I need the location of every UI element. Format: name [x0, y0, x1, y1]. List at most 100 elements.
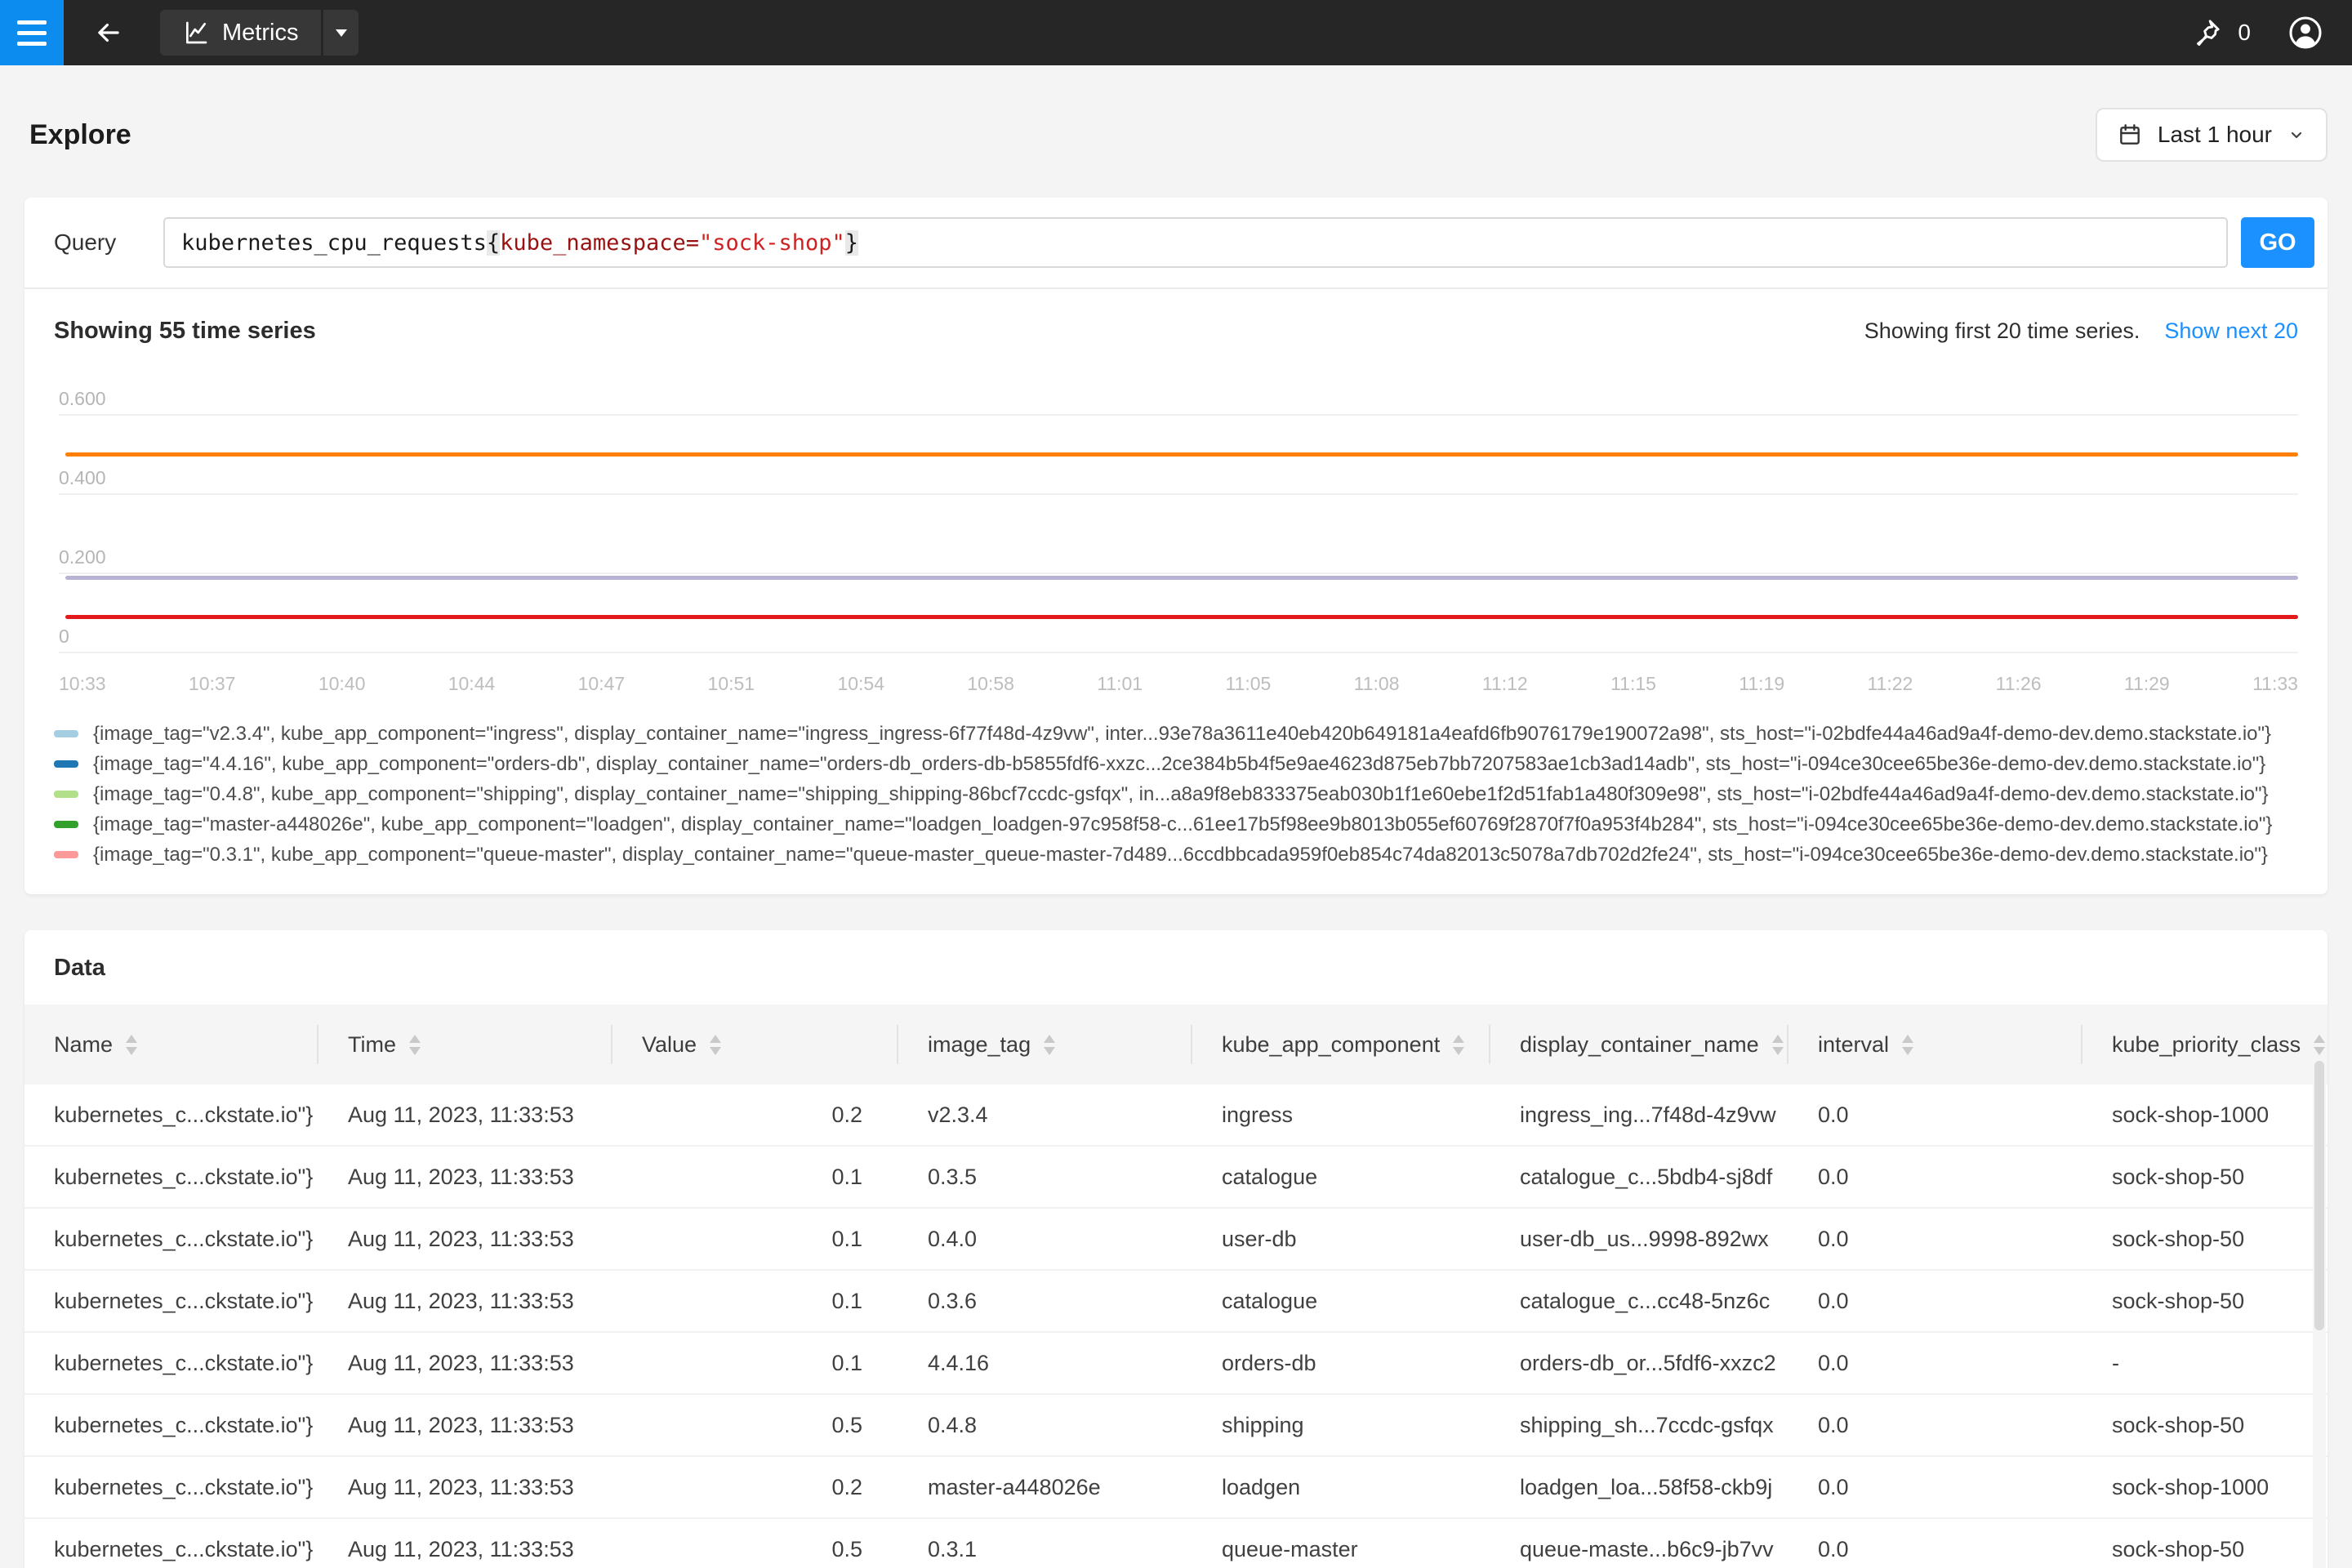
- y-axis-tick-label: 0.600: [59, 388, 106, 410]
- table-cell: 0.1: [612, 1289, 898, 1314]
- scrollbar-thumb[interactable]: [2314, 1061, 2324, 1330]
- column-header-time[interactable]: Time: [318, 1004, 612, 1085]
- sort-icon: [409, 1035, 421, 1055]
- legend-swatch: [54, 730, 78, 737]
- table-cell: 0.0: [1788, 1413, 2082, 1438]
- time-range-label: Last 1 hour: [2158, 122, 2272, 148]
- table-cell: kubernetes_c...ckstate.io"}: [24, 1537, 318, 1562]
- back-button[interactable]: [88, 12, 129, 53]
- table-cell: sock-shop-50: [2082, 1227, 2328, 1252]
- table-row[interactable]: kubernetes_c...ckstate.io"}Aug 11, 2023,…: [24, 1457, 2328, 1519]
- table-cell: catalogue_c...cc48-5nz6c: [1490, 1289, 1788, 1314]
- pin-button[interactable]: [2190, 16, 2223, 49]
- column-header-image-tag[interactable]: image_tag: [898, 1004, 1192, 1085]
- page-title: Explore: [29, 118, 131, 151]
- table-header-row: Name Time Value image_tag kube_app_component…: [24, 1004, 2328, 1085]
- hamburger-icon: [17, 20, 47, 24]
- table-cell: 0.3.6: [898, 1289, 1192, 1314]
- column-header-interval[interactable]: interval: [1788, 1004, 2082, 1085]
- view-switcher-dropdown-button[interactable]: [321, 10, 359, 56]
- x-axis-tick-label: 11:01: [1097, 673, 1143, 695]
- time-series-chart: 0.6000.4000.200010:3310:3710:4010:4410:4…: [54, 374, 2298, 696]
- view-switcher: Metrics: [160, 10, 359, 56]
- column-header-kube-app-component[interactable]: kube_app_component: [1192, 1004, 1490, 1085]
- table-cell: 0.0: [1788, 1289, 2082, 1314]
- sort-up-icon: [1902, 1035, 1913, 1043]
- legend-item: {image_tag="master-a448026e", kube_app_c…: [54, 809, 2298, 840]
- x-axis-tick-label: 11:33: [2252, 673, 2298, 695]
- query-metric-token: kubernetes_cpu_requests: [181, 230, 487, 256]
- sort-icon: [710, 1035, 721, 1055]
- legend-item: {image_tag="4.4.16", kube_app_component=…: [54, 749, 2298, 779]
- sort-down-icon: [710, 1047, 721, 1055]
- x-axis-tick-label: 10:40: [318, 673, 366, 695]
- sort-up-icon: [126, 1035, 137, 1043]
- calendar-icon: [2117, 122, 2143, 148]
- table-cell: Aug 11, 2023, 11:33:53: [318, 1165, 612, 1190]
- table-row[interactable]: kubernetes_c...ckstate.io"}Aug 11, 2023,…: [24, 1209, 2328, 1271]
- query-input[interactable]: kubernetes_cpu_requests{kube_namespace="…: [163, 217, 2228, 268]
- legend-label: {image_tag="v2.3.4", kube_app_component=…: [93, 723, 2271, 746]
- x-axis-tick-label: 11:15: [1610, 673, 1656, 695]
- table-cell: orders-db: [1192, 1351, 1490, 1376]
- column-header-display-container-name[interactable]: display_container_name: [1490, 1004, 1788, 1085]
- sort-down-icon: [1902, 1047, 1913, 1055]
- show-next-20-link[interactable]: Show next 20: [2164, 318, 2298, 344]
- chart-legend: {image_tag="v2.3.4", kube_app_component=…: [54, 719, 2298, 870]
- table-cell: catalogue: [1192, 1289, 1490, 1314]
- column-header-value[interactable]: Value: [612, 1004, 898, 1085]
- pin-icon: [2190, 16, 2223, 49]
- table-cell: shipping_sh...7ccdc-gsfqx: [1490, 1413, 1788, 1438]
- sort-down-icon: [409, 1047, 421, 1055]
- vertical-scrollbar[interactable]: [2313, 1059, 2326, 1568]
- table-row[interactable]: kubernetes_c...ckstate.io"}Aug 11, 2023,…: [24, 1085, 2328, 1147]
- sort-up-icon: [1044, 1035, 1055, 1043]
- column-header-label: Time: [348, 1032, 396, 1058]
- hamburger-menu-button[interactable]: [0, 0, 64, 65]
- column-header-label: interval: [1818, 1032, 1889, 1058]
- table-cell: sock-shop-50: [2082, 1289, 2328, 1314]
- arrow-left-icon: [93, 17, 124, 48]
- table-cell: Aug 11, 2023, 11:33:53: [318, 1289, 612, 1314]
- legend-label: {image_tag="0.4.8", kube_app_component="…: [93, 783, 2269, 806]
- table-row[interactable]: kubernetes_c...ckstate.io"}Aug 11, 2023,…: [24, 1395, 2328, 1457]
- sort-up-icon: [710, 1035, 721, 1043]
- sort-icon: [1772, 1035, 1784, 1055]
- sort-down-icon: [2314, 1047, 2325, 1055]
- user-menu-button[interactable]: [2287, 14, 2324, 51]
- table-cell: loadgen_loa...58f58-ckb9j: [1490, 1475, 1788, 1500]
- sort-icon: [1044, 1035, 1055, 1055]
- table-cell: loadgen: [1192, 1475, 1490, 1500]
- table-cell: sock-shop-1000: [2082, 1475, 2328, 1500]
- table-cell: kubernetes_c...ckstate.io"}: [24, 1102, 318, 1128]
- table-row[interactable]: kubernetes_c...ckstate.io"}Aug 11, 2023,…: [24, 1333, 2328, 1395]
- legend-swatch: [54, 791, 78, 798]
- column-header-kube-priority-class[interactable]: kube_priority_class: [2082, 1004, 2328, 1085]
- chart-series-line: [65, 452, 2298, 457]
- page-head: Explore Last 1 hour: [0, 65, 2352, 198]
- table-cell: 0.1: [612, 1165, 898, 1190]
- query-open-brace-token: {: [487, 230, 500, 256]
- time-range-picker[interactable]: Last 1 hour: [2096, 108, 2328, 162]
- topbar: Metrics 0: [0, 0, 2352, 65]
- legend-item: {image_tag="0.4.8", kube_app_component="…: [54, 779, 2298, 809]
- table-cell: queue-maste...b6c9-jb7vv: [1490, 1537, 1788, 1562]
- chart-series-line: [65, 576, 2298, 580]
- paging-text: Showing first 20 time series.: [1864, 318, 2140, 344]
- table-cell: queue-master: [1192, 1537, 1490, 1562]
- metrics-view-button[interactable]: Metrics: [160, 10, 321, 56]
- go-button[interactable]: GO: [2241, 217, 2314, 268]
- table-cell: sock-shop-50: [2082, 1413, 2328, 1438]
- column-header-name[interactable]: Name: [24, 1004, 318, 1085]
- x-axis-tick-label: 11:12: [1482, 673, 1528, 695]
- table-cell: kubernetes_c...ckstate.io"}: [24, 1165, 318, 1190]
- x-axis-tick-label: 10:47: [578, 673, 626, 695]
- legend-swatch: [54, 760, 78, 768]
- table-row[interactable]: kubernetes_c...ckstate.io"}Aug 11, 2023,…: [24, 1519, 2328, 1568]
- legend-label: {image_tag="0.3.1", kube_app_component="…: [93, 844, 2268, 866]
- table-row[interactable]: kubernetes_c...ckstate.io"}Aug 11, 2023,…: [24, 1271, 2328, 1333]
- column-header-label: image_tag: [928, 1032, 1031, 1058]
- sort-up-icon: [1772, 1035, 1784, 1043]
- table-cell: 0.4.0: [898, 1227, 1192, 1252]
- table-row[interactable]: kubernetes_c...ckstate.io"}Aug 11, 2023,…: [24, 1147, 2328, 1209]
